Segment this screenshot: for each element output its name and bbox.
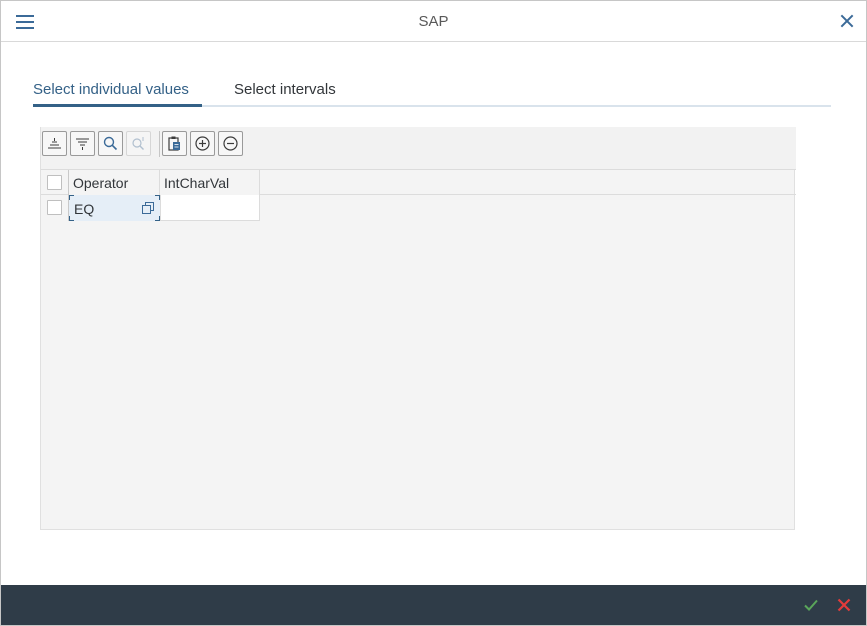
value-help-icon[interactable]	[142, 202, 154, 214]
filter-button[interactable]	[70, 131, 95, 156]
operator-value: EQ	[74, 201, 95, 217]
search-button[interactable]	[98, 131, 123, 156]
cancel-x-icon[interactable]	[836, 597, 852, 613]
row-selector	[41, 195, 69, 221]
add-row-button[interactable]	[190, 131, 215, 156]
values-panel: Operator IntCharVal EQ	[40, 127, 796, 530]
search-next-icon	[132, 137, 144, 150]
column-header-operator[interactable]: Operator	[69, 170, 160, 195]
row-select-checkbox[interactable]	[47, 200, 62, 215]
paste-icon	[168, 136, 180, 151]
close-icon[interactable]	[840, 14, 854, 28]
add-row-icon	[195, 136, 210, 151]
paste-button[interactable]	[162, 131, 187, 156]
table-row: EQ	[41, 195, 796, 221]
sort-ascending-icon	[48, 138, 61, 149]
select-all-cell	[41, 170, 69, 196]
table-toolbar	[41, 127, 796, 169]
tab-select-intervals[interactable]: Select intervals	[234, 81, 336, 98]
column-header-intcharval[interactable]: IntCharVal	[160, 170, 260, 195]
active-tab-indicator	[33, 104, 202, 107]
sap-dialog-window: SAP Select individual values Select inte…	[0, 0, 867, 626]
delete-row-icon	[223, 136, 238, 151]
title-bar: SAP	[1, 1, 866, 42]
dialog-footer	[1, 585, 866, 625]
filter-icon	[76, 138, 89, 150]
select-all-checkbox[interactable]	[47, 175, 62, 190]
toolbar-separator	[159, 131, 160, 157]
window-title: SAP	[418, 13, 449, 30]
delete-row-button[interactable]	[218, 131, 243, 156]
table-header: Operator IntCharVal	[41, 169, 796, 196]
intcharval-input-cell[interactable]	[160, 195, 260, 221]
sort-button[interactable]	[42, 131, 67, 156]
tab-select-individual-values[interactable]: Select individual values	[33, 81, 189, 98]
search-icon	[103, 136, 118, 151]
confirm-check-icon[interactable]	[803, 597, 819, 613]
tab-bar: Select individual values Select interval…	[33, 74, 831, 107]
operator-cell[interactable]: EQ	[69, 195, 160, 221]
search-next-button[interactable]	[126, 131, 151, 156]
